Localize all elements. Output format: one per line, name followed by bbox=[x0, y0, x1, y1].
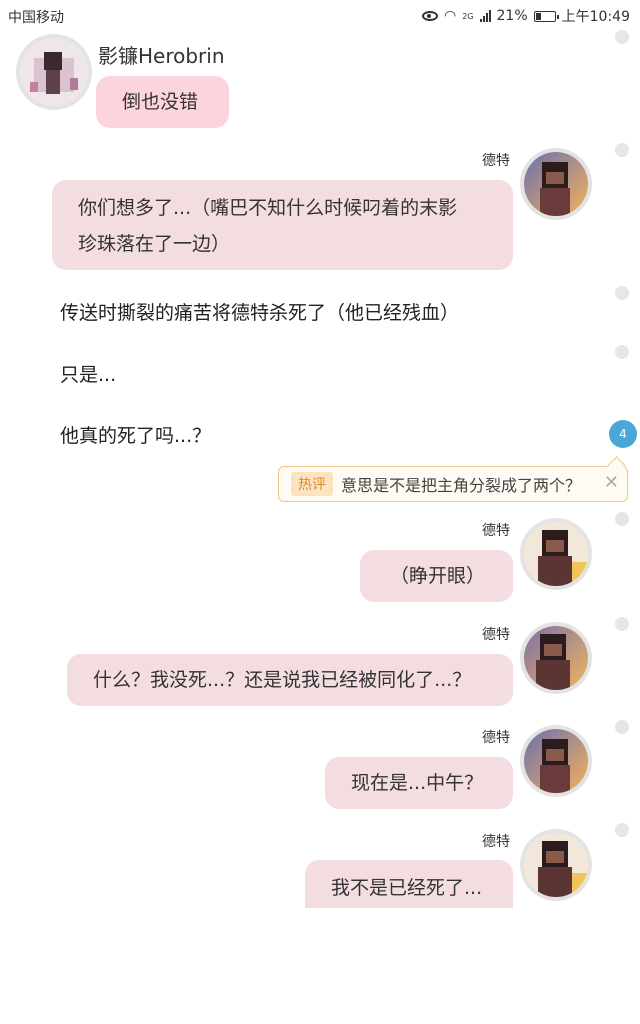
sender-name: 德特 bbox=[482, 627, 510, 643]
timeline-dot[interactable] bbox=[615, 617, 629, 631]
message-bubble[interactable]: （睁开眼） bbox=[360, 550, 513, 602]
timeline-dot[interactable] bbox=[615, 823, 629, 837]
hot-comment-text: 意思是不是把主角分裂成了两个？ bbox=[341, 476, 582, 495]
sender-name: 德特 bbox=[482, 730, 510, 746]
avatar-dete[interactable] bbox=[524, 522, 588, 586]
battery-icon bbox=[533, 10, 559, 22]
narration-text: 只是... bbox=[60, 364, 117, 386]
network-type: 2G bbox=[462, 11, 474, 21]
message-bubble[interactable]: 现在是...中午？ bbox=[325, 757, 513, 809]
avatar-dete[interactable] bbox=[524, 833, 588, 897]
timeline-dot[interactable] bbox=[615, 345, 629, 359]
timeline-dot[interactable] bbox=[615, 30, 629, 44]
signal-icon bbox=[479, 10, 491, 22]
battery-percent: 21% bbox=[496, 8, 528, 24]
timeline-dot[interactable] bbox=[615, 512, 629, 526]
message-bubble[interactable]: 倒也没错 bbox=[96, 76, 229, 128]
avatar-dete[interactable] bbox=[524, 626, 588, 690]
narration-text: 他真的死了吗...？ bbox=[60, 425, 212, 447]
message-line: 你们想多了...（嘴巴不知什么时候叼着的末影 bbox=[78, 197, 458, 219]
avatar-herobrin[interactable] bbox=[20, 38, 88, 106]
comment-count-badge[interactable]: 4 bbox=[609, 420, 637, 448]
message-line: 珍珠落在了一边） bbox=[78, 233, 231, 255]
timeline-dot[interactable] bbox=[615, 286, 629, 300]
status-bar: 中国移动 ◠ 2G 21% 上午10:49 bbox=[0, 0, 640, 30]
timeline-dot[interactable] bbox=[615, 143, 629, 157]
sender-name: 德特 bbox=[482, 523, 510, 539]
message-bubble[interactable]: 你们想多了...（嘴巴不知什么时候叼着的末影 珍珠落在了一边） bbox=[52, 180, 513, 270]
narration-text: 传送时撕裂的痛苦将德特杀死了（他已经残血） bbox=[60, 302, 460, 324]
message-bubble[interactable]: 什么？我没死...？还是说我已经被同化了...？ bbox=[67, 654, 513, 706]
close-icon[interactable]: ✕ bbox=[604, 472, 619, 493]
sender-name: 德特 bbox=[482, 153, 510, 169]
eye-comfort-icon bbox=[422, 11, 438, 21]
timeline-dot[interactable] bbox=[615, 720, 629, 734]
hot-comment[interactable]: 热评 意思是不是把主角分裂成了两个？ ✕ bbox=[278, 466, 628, 502]
sender-name: 影镰Herobrin bbox=[98, 44, 225, 68]
message-bubble[interactable]: 我不是已经死了... bbox=[305, 860, 513, 908]
clock: 上午10:49 bbox=[561, 9, 630, 25]
carrier-label: 中国移动 bbox=[8, 10, 64, 26]
hot-comment-tag: 热评 bbox=[291, 472, 333, 496]
avatar-dete[interactable] bbox=[524, 152, 588, 216]
sender-name: 德特 bbox=[482, 834, 510, 850]
avatar-dete[interactable] bbox=[524, 729, 588, 793]
wifi-icon: ◠ bbox=[444, 8, 457, 24]
